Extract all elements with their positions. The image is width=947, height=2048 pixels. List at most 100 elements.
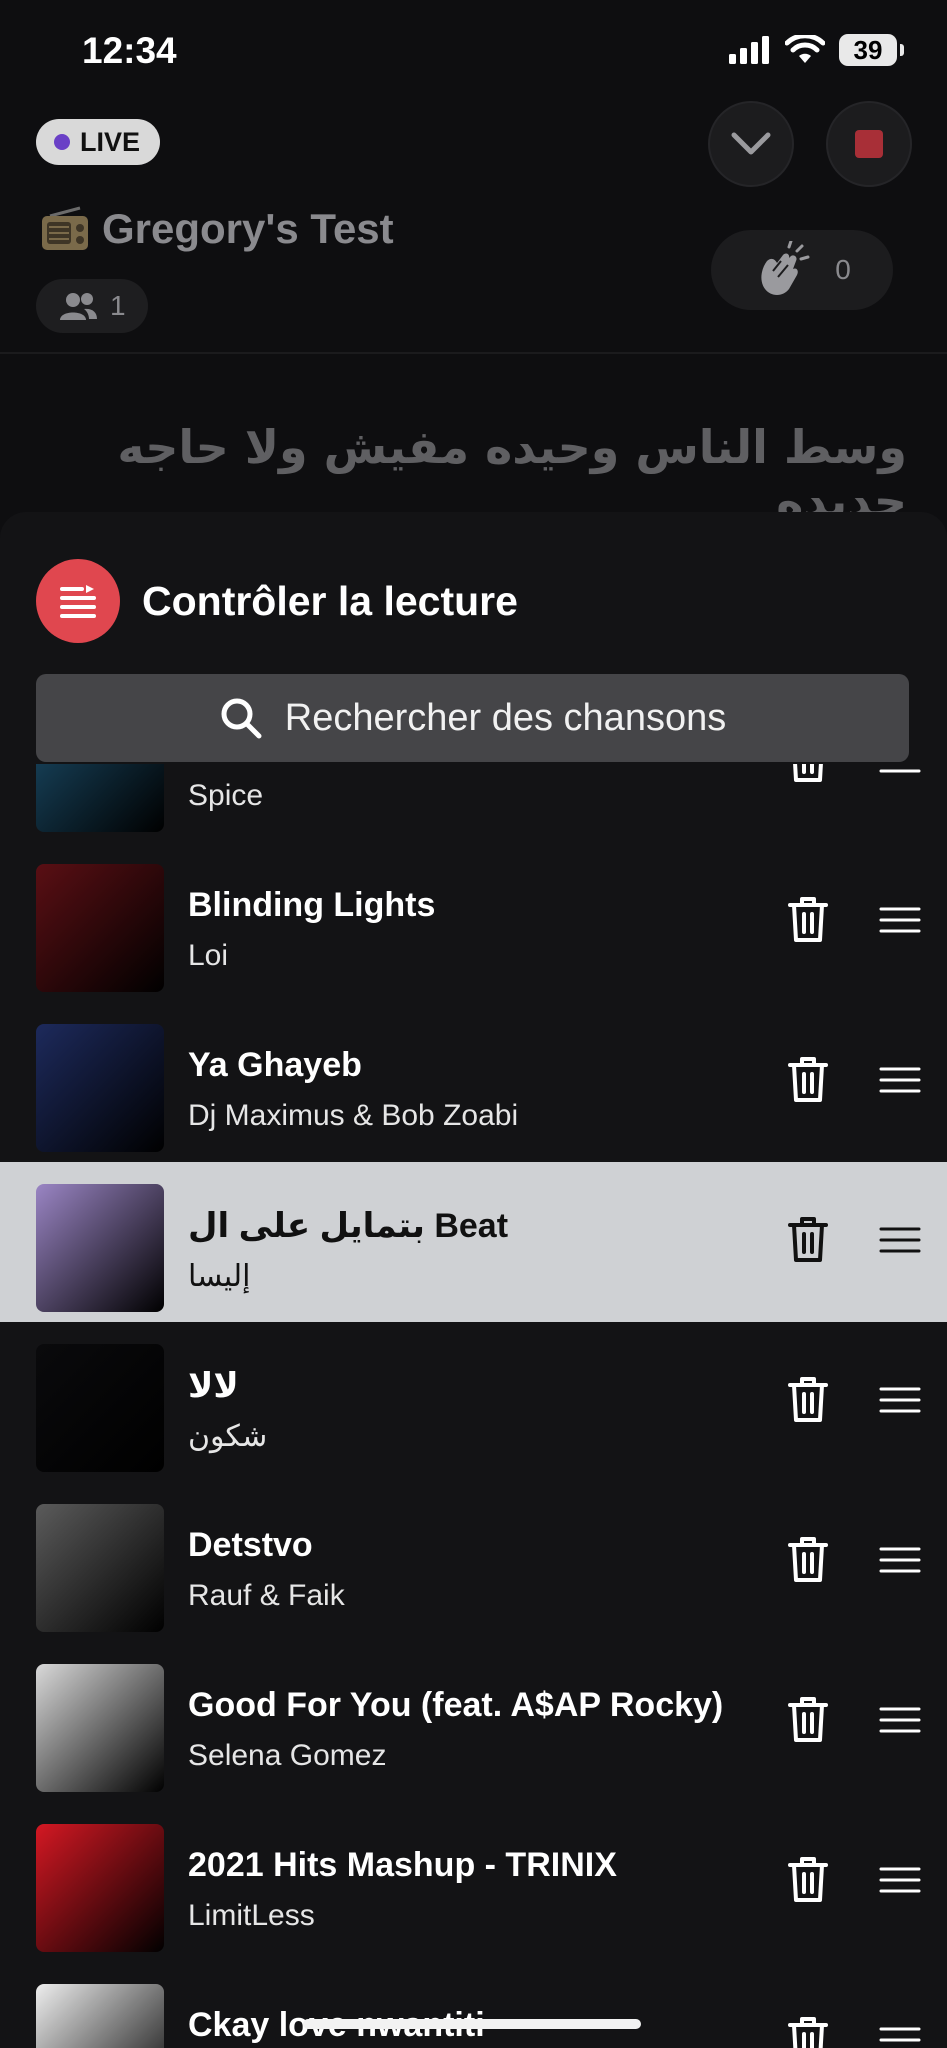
stop-button[interactable]	[826, 101, 912, 187]
trash-icon	[788, 1217, 828, 1262]
drag-handle-icon	[879, 1547, 921, 1573]
track-artist: Rauf & Faik	[188, 1579, 345, 1612]
claps-count: 0	[835, 254, 851, 285]
track-artist: Selena Gomez	[188, 1739, 387, 1772]
track-row[interactable]: 2021 Hits Mashup - TRINIX LimitLess	[0, 1802, 947, 1962]
album-art	[36, 1024, 164, 1152]
trash-icon	[788, 1057, 828, 1102]
track-row[interactable]: Spice	[0, 764, 947, 842]
delete-track-button[interactable]	[788, 896, 828, 949]
track-row[interactable]: Detstvo Rauf & Faik	[0, 1482, 947, 1642]
search-placeholder: Rechercher des chansons	[284, 696, 727, 739]
trash-icon	[788, 897, 828, 942]
album-art	[36, 1504, 164, 1632]
signal-icon	[729, 36, 769, 64]
trash-icon	[793, 764, 823, 782]
album-art	[36, 1184, 164, 1312]
track-title: Ya Ghayeb	[188, 1046, 362, 1084]
album-art	[36, 1984, 164, 2048]
live-label: LIVE	[80, 126, 141, 157]
wifi-icon	[785, 35, 825, 63]
track-artist: Loi	[188, 939, 229, 972]
playback-control-sheet: Contrôler la lecture Rechercher des chan…	[0, 512, 947, 2048]
drag-handle-icon	[879, 1227, 921, 1253]
delete-track-button[interactable]	[788, 1536, 828, 1589]
trash-icon	[788, 2017, 828, 2048]
reorder-handle[interactable]	[879, 1866, 921, 1899]
room-title: Gregory's Test	[40, 205, 394, 253]
reorder-handle[interactable]	[879, 2026, 921, 2048]
reorder-handle[interactable]	[879, 1226, 921, 1259]
track-row[interactable]: Ckay love nwantiti	[0, 1962, 947, 2048]
track-row[interactable]: Blinding Lights Loi	[0, 842, 947, 1002]
chevron-down-icon	[731, 132, 771, 155]
delete-track-button[interactable]	[788, 1856, 828, 1909]
track-artist: Dj Maximus & Bob Zoabi	[188, 1099, 519, 1132]
track-title: Detstvo	[188, 1526, 313, 1564]
track-row[interactable]: Good For You (feat. A$AP Rocky) Selena Go…	[0, 1642, 947, 1802]
trash-icon	[788, 1377, 828, 1422]
drag-handle-icon	[879, 2027, 921, 2042]
track-artist: شكون	[188, 1420, 268, 1453]
reorder-handle[interactable]	[879, 906, 921, 939]
sheet-title: Contrôler la lecture	[142, 577, 518, 624]
album-art	[36, 864, 164, 992]
reorder-handle[interactable]	[879, 1546, 921, 1579]
drag-handle-icon	[879, 1867, 921, 1893]
track-title: Good For You (feat. A$AP Rocky)	[188, 1686, 724, 1724]
battery-indicator: 39	[839, 34, 904, 66]
track-title: لالا	[188, 1367, 239, 1405]
delete-track-button[interactable]	[788, 1216, 828, 1269]
track-artist: Spice	[188, 779, 264, 812]
clap-icon	[761, 241, 810, 295]
delete-track-button[interactable]	[788, 764, 828, 789]
delete-track-button[interactable]	[788, 1376, 828, 1429]
album-art	[36, 1664, 164, 1792]
minimize-button[interactable]	[708, 101, 794, 187]
header-divider	[0, 352, 947, 354]
album-art	[36, 1824, 164, 1952]
listeners-count: 1	[110, 290, 126, 321]
sheet-header: Contrôler la lecture	[36, 559, 518, 643]
listeners-badge[interactable]: 1	[36, 279, 148, 333]
users-icon	[60, 293, 97, 320]
track-row[interactable]: لالا شكون	[0, 1322, 947, 1482]
delete-track-button[interactable]	[788, 1696, 828, 1749]
trash-icon	[788, 1857, 828, 1902]
track-row[interactable]: بتمايل على ال Beat إليسا	[0, 1162, 947, 1322]
drag-handle-icon	[879, 769, 921, 773]
drag-handle-icon	[879, 907, 921, 933]
search-icon	[221, 698, 262, 739]
clap-button[interactable]: 0	[711, 230, 893, 310]
reorder-handle[interactable]	[879, 1706, 921, 1739]
reorder-handle[interactable]	[879, 1066, 921, 1099]
status-time: 12:34	[82, 30, 177, 71]
track-artist: LimitLess	[188, 1899, 315, 1932]
album-art	[36, 764, 164, 832]
radio-icon	[42, 206, 88, 250]
delete-track-button[interactable]	[788, 1056, 828, 1109]
drag-handle-icon	[879, 1387, 921, 1413]
live-dot	[54, 134, 70, 150]
trash-icon	[788, 1537, 828, 1582]
delete-track-button[interactable]	[788, 2016, 828, 2048]
room-title-text: Gregory's Test	[102, 205, 394, 252]
track-title: بتمايل على ال Beat	[188, 1207, 509, 1245]
trash-icon	[788, 1697, 828, 1742]
track-title: Blinding Lights	[188, 886, 436, 924]
home-indicator[interactable]	[303, 2019, 641, 2029]
track-row[interactable]: Ya Ghayeb Dj Maximus & Bob Zoabi	[0, 1002, 947, 1162]
live-badge: LIVE	[36, 119, 161, 165]
track-artist: إليسا	[188, 1260, 251, 1293]
status-bar: 12:34 39	[0, 0, 947, 100]
track-title: 2021 Hits Mashup - TRINIX	[188, 1846, 617, 1884]
track-list[interactable]: Spice Blinding Lights Loi Ya Ghayeb Dj Max…	[0, 764, 947, 2048]
status-icons: 39	[729, 34, 904, 66]
drag-handle-icon	[879, 1067, 921, 1093]
reorder-handle[interactable]	[879, 1386, 921, 1419]
search-songs-input[interactable]: Rechercher des chansons	[36, 674, 909, 762]
queue-control-icon	[36, 559, 120, 643]
drag-handle-icon	[879, 1707, 921, 1733]
album-art	[36, 1344, 164, 1472]
reorder-handle[interactable]	[879, 764, 921, 779]
